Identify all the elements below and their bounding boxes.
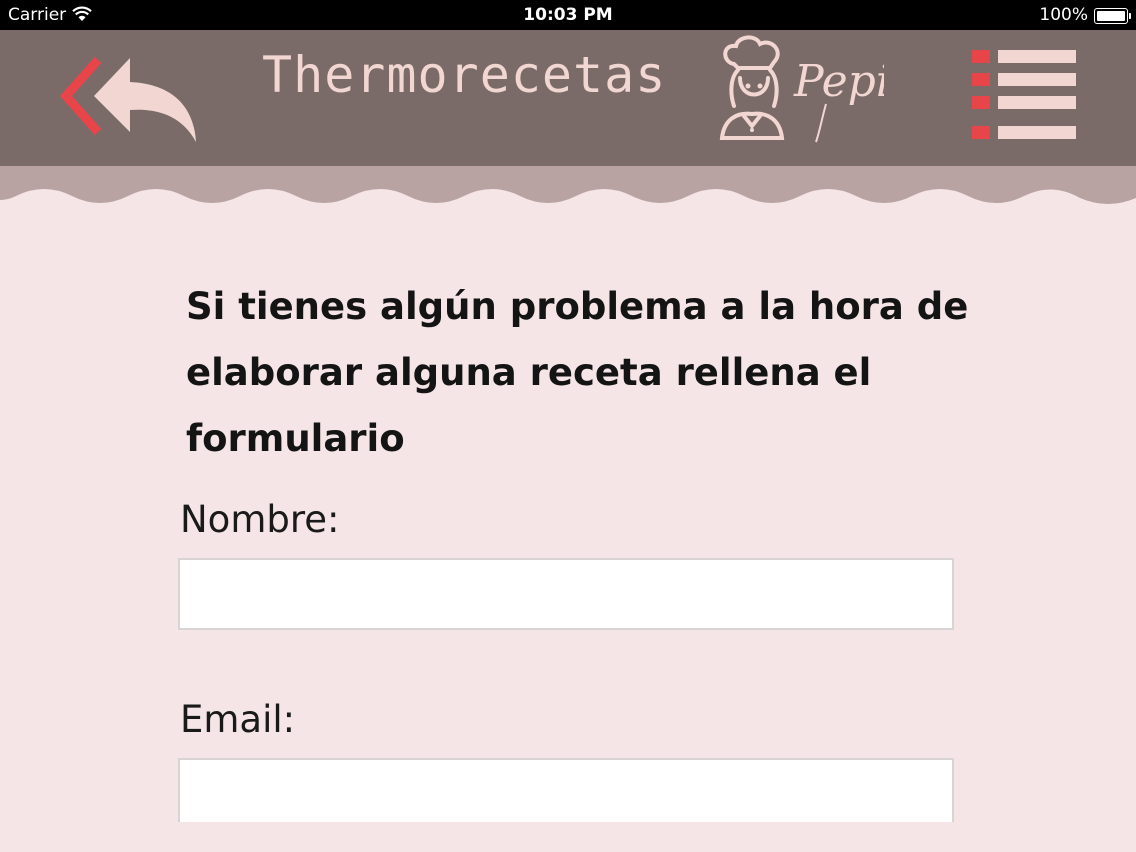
chef-logo-icon bbox=[712, 34, 792, 144]
menu-button[interactable] bbox=[968, 46, 1078, 142]
email-label: Email: bbox=[180, 698, 296, 741]
hamburger-menu-icon bbox=[972, 50, 1076, 139]
signature-logo: Pepi bbox=[792, 34, 890, 144]
battery-percent: 100% bbox=[1039, 5, 1088, 25]
clock: 10:03 PM bbox=[523, 5, 613, 25]
svg-text:Pepi: Pepi bbox=[793, 56, 884, 107]
double-chevron-reply-icon bbox=[59, 57, 196, 142]
header-wave-divider bbox=[0, 166, 1136, 212]
back-button[interactable] bbox=[58, 44, 200, 146]
name-label: Nombre: bbox=[180, 498, 340, 541]
battery-icon bbox=[1094, 8, 1131, 24]
name-field[interactable] bbox=[178, 558, 954, 630]
form-heading: Si tienes algún problema a la hora de el… bbox=[186, 285, 969, 460]
app-title: Thermorecetas bbox=[262, 46, 667, 104]
status-bar: Carrier 10:03 PM 100% bbox=[0, 0, 1136, 30]
bottom-background bbox=[0, 822, 1136, 852]
email-field[interactable] bbox=[178, 758, 954, 822]
